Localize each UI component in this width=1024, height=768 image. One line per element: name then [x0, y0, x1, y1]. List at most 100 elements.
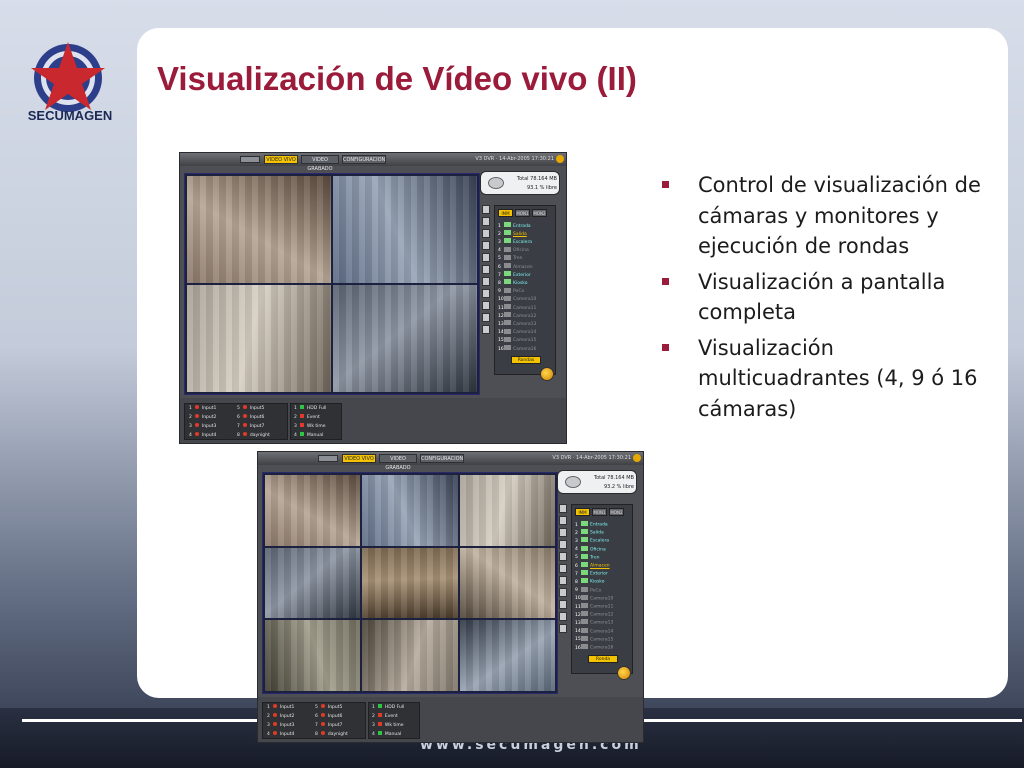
camera-list-item[interactable]: 8 Kiosko — [498, 279, 556, 286]
playback-knob-icon[interactable] — [540, 367, 554, 381]
alarm-icon[interactable] — [633, 454, 641, 462]
monitor-tab-mon2[interactable]: MON2 — [609, 508, 624, 516]
input-status-icon — [272, 722, 277, 726]
camera-tile[interactable] — [333, 285, 477, 392]
dvr-window-control[interactable] — [318, 455, 338, 462]
camera-list-item[interactable]: 15 Camera15 — [575, 635, 633, 643]
monitor-tab-imm[interactable]: IMM — [498, 209, 513, 217]
camera-tile[interactable] — [459, 620, 555, 691]
camera-list-item[interactable]: 8 Kiosko — [575, 578, 633, 585]
camera-list-item[interactable]: 1 Entrada — [498, 222, 556, 229]
event-indicator: 1 HDD Full — [294, 405, 326, 413]
camera-tile[interactable] — [362, 475, 458, 546]
camera-list-item[interactable]: 16 Camera16 — [575, 644, 633, 651]
camera-image-texture — [362, 547, 458, 619]
camera-list-item[interactable]: 14 Camera14 — [498, 328, 556, 336]
event-number: 2 — [294, 415, 297, 420]
full-icon[interactable] — [482, 289, 490, 298]
play-icon[interactable] — [559, 528, 567, 537]
rondas-button[interactable]: Rondas — [511, 356, 541, 364]
zoom-icon[interactable] — [559, 504, 567, 513]
camera-icon — [581, 644, 588, 649]
camera-list-item[interactable]: 1 Entrada — [575, 521, 633, 528]
event-indicator: 3 Wk time — [294, 423, 326, 431]
camera-list-item[interactable]: 2 Salida — [575, 529, 633, 536]
camera-list-item[interactable]: 11 Camera11 — [575, 603, 633, 610]
camera-list-item[interactable]: 12 Camera12 — [498, 312, 556, 319]
camera-list-item[interactable]: 10 Camera10 — [575, 594, 633, 602]
event-indicator: 4 Manual — [372, 731, 401, 739]
menu-button-1[interactable]: VIDEO VIVO — [264, 155, 298, 164]
camera-list-item[interactable]: 5 Tren — [575, 553, 633, 561]
menu-button-1[interactable]: VIDEO VIVO — [342, 454, 376, 463]
grid-icon[interactable] — [482, 265, 490, 274]
monitor-tab-imm[interactable]: IMM — [575, 508, 590, 516]
alarm-icon[interactable] — [556, 155, 564, 163]
camera-tile[interactable] — [265, 547, 361, 619]
camera-tile[interactable] — [187, 176, 331, 283]
layout-sixteen-icon[interactable] — [482, 325, 490, 334]
camera-icon[interactable] — [559, 540, 567, 549]
layout-quad-icon[interactable] — [482, 301, 490, 310]
record-icon[interactable] — [559, 516, 567, 525]
menu-button-2[interactable]: VIDEO GRABADO — [379, 454, 417, 471]
camera-tile[interactable] — [265, 475, 361, 546]
inputs-box: 1 Input1 2 Input2 3 Input3 4 Input4 5 Input5 6 Inpu… — [262, 702, 366, 739]
camera-list-item[interactable]: 6 Almacen — [575, 562, 633, 569]
camera-tile[interactable] — [333, 176, 477, 283]
camera-list-item[interactable]: 15 Camera15 — [498, 336, 556, 344]
input-number: 7 — [237, 424, 240, 429]
monitor-tab-mon1[interactable]: MON1 — [592, 508, 607, 516]
input-status-icon — [242, 405, 247, 409]
dvr-window-control[interactable] — [240, 156, 260, 163]
layout-sixteen-icon[interactable] — [559, 624, 567, 633]
camera-list-item[interactable]: 4 Oficina — [498, 246, 556, 254]
camera-list-item[interactable]: 9 PeCo — [498, 287, 556, 295]
grid-icon[interactable] — [559, 564, 567, 573]
camera-icon[interactable] — [482, 241, 490, 250]
camera-tile[interactable] — [459, 475, 555, 546]
camera-list-item[interactable]: 3 Escalera — [498, 238, 556, 245]
layout-icon[interactable] — [482, 277, 490, 286]
menu-button-2[interactable]: VIDEO GRABADO — [301, 155, 339, 172]
lock-icon[interactable] — [559, 552, 567, 561]
camera-list-item[interactable]: 14 Camera14 — [575, 627, 633, 635]
layout-nine-icon[interactable] — [482, 313, 490, 322]
camera-list-item[interactable]: 10 Camera10 — [498, 295, 556, 303]
camera-list-item[interactable]: 7 Exterior — [498, 271, 556, 278]
play-icon[interactable] — [482, 229, 490, 238]
camera-list-item[interactable]: 9 PeCo — [575, 586, 633, 594]
camera-list-item[interactable]: 7 Exterior — [575, 570, 633, 577]
layout-quad-icon[interactable] — [559, 600, 567, 609]
menu-button-3[interactable]: CONFIGURACION — [342, 155, 386, 164]
camera-list-item[interactable]: 11 Camera11 — [498, 304, 556, 311]
camera-list-item[interactable]: 2 Salida — [498, 230, 556, 237]
monitor-tab-mon2[interactable]: MON2 — [532, 209, 547, 217]
menu-button-3[interactable]: CONFIGURACION — [420, 454, 464, 463]
camera-tile[interactable] — [187, 285, 331, 392]
camera-list-item[interactable]: 5 Tren — [498, 254, 556, 262]
rondas-button[interactable]: Ronda — [588, 655, 618, 663]
camera-list-item[interactable]: 3 Escalera — [575, 537, 633, 544]
camera-list-item[interactable]: 4 Oficina — [575, 545, 633, 553]
camera-tile[interactable] — [362, 620, 458, 691]
layout-nine-icon[interactable] — [559, 612, 567, 621]
camera-list-item[interactable]: 12 Camera12 — [575, 611, 633, 618]
monitor-tab-mon1[interactable]: MON1 — [515, 209, 530, 217]
camera-icon — [504, 238, 511, 244]
playback-knob-icon[interactable] — [617, 666, 631, 680]
layout-icon[interactable] — [559, 576, 567, 585]
camera-list-item[interactable]: 13 Camera13 — [575, 619, 633, 626]
camera-image-texture — [459, 475, 555, 546]
camera-tile[interactable] — [459, 547, 555, 619]
camera-list-item[interactable]: 13 Camera13 — [498, 320, 556, 327]
camera-list-item[interactable]: 16 Camera16 — [498, 345, 556, 352]
camera-tile[interactable] — [362, 547, 458, 619]
zoom-icon[interactable] — [482, 205, 490, 214]
input-name: Input2 — [279, 714, 295, 719]
full-icon[interactable] — [559, 588, 567, 597]
lock-icon[interactable] — [482, 253, 490, 262]
camera-tile[interactable] — [265, 620, 361, 691]
record-icon[interactable] — [482, 217, 490, 226]
camera-list-item[interactable]: 6 Almacen — [498, 263, 556, 270]
